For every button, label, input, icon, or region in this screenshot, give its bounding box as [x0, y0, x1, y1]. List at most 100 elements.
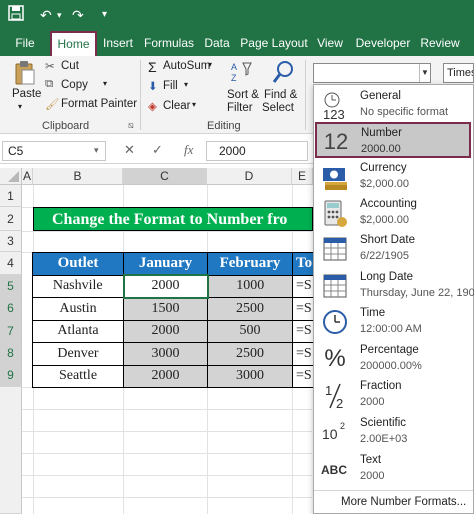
customize-qat-icon[interactable]: ▾: [102, 5, 107, 25]
copy-button[interactable]: Copy: [61, 79, 88, 91]
name-box-dropdown-icon[interactable]: ▾: [94, 145, 99, 156]
cell-february[interactable]: 1000: [207, 274, 293, 298]
cell-january[interactable]: 3000: [123, 342, 208, 366]
cell-january[interactable]: 2000: [123, 319, 208, 343]
number-format-combo[interactable]: [313, 63, 431, 83]
column-header-e[interactable]: E: [292, 168, 313, 185]
cell-total[interactable]: =S: [292, 342, 315, 366]
cell-february[interactable]: 2500: [207, 297, 293, 321]
enter-icon[interactable]: ✓: [152, 142, 163, 158]
find-select-label-2[interactable]: Select: [262, 102, 294, 114]
number-format-dropdown-icon[interactable]: ▼: [419, 64, 430, 82]
copy-dropdown-icon[interactable]: ▾: [103, 79, 107, 88]
cell-january[interactable]: 2000: [122, 274, 209, 299]
format-short-date[interactable]: Short Date 6/22/1905: [316, 231, 470, 267]
format-fraction[interactable]: 12 Fraction 2000: [316, 377, 470, 413]
tab-insert[interactable]: Insert: [101, 30, 135, 56]
sort-filter-icon[interactable]: AZ: [230, 60, 254, 89]
column-header-a[interactable]: A: [22, 168, 33, 185]
column-header-b[interactable]: B: [33, 168, 123, 185]
sheet-title-banner[interactable]: Change the Format to Number fro: [33, 207, 313, 231]
font-name-box[interactable]: Times: [443, 63, 474, 83]
row-header-8[interactable]: 8: [0, 342, 22, 364]
column-header-c[interactable]: C: [123, 168, 207, 185]
format-currency[interactable]: Currency $2,000.00: [316, 159, 470, 195]
tab-formulas[interactable]: Formulas: [142, 30, 196, 56]
fill-button[interactable]: Fill: [163, 80, 178, 92]
tab-review[interactable]: Review: [418, 30, 462, 56]
format-text[interactable]: ABC Text 2000: [316, 451, 470, 487]
row-header-1[interactable]: 1: [0, 185, 22, 207]
clipboard-launcher-icon[interactable]: ⧅: [128, 120, 134, 131]
row-header-3[interactable]: 3: [0, 231, 22, 252]
name-box[interactable]: C5: [2, 141, 106, 161]
cell-outlet[interactable]: Denver: [32, 342, 124, 366]
undo-dropdown-icon[interactable]: ▾: [57, 5, 62, 25]
paste-icon[interactable]: [14, 60, 36, 89]
cell-total[interactable]: =S: [292, 297, 315, 321]
cell-outlet[interactable]: Nashvile: [32, 274, 124, 298]
clear-button[interactable]: Clear: [163, 100, 190, 112]
row-header-4[interactable]: 4: [0, 252, 22, 275]
clear-icon[interactable]: ◈: [148, 99, 157, 113]
format-percentage[interactable]: % Percentage 200000.00%: [316, 341, 470, 377]
tab-home[interactable]: Home: [50, 31, 97, 56]
cell-outlet[interactable]: Austin: [32, 297, 124, 321]
header-february[interactable]: February: [207, 252, 293, 276]
cell-total[interactable]: =S: [292, 274, 315, 298]
cancel-icon[interactable]: ✕: [124, 142, 135, 158]
paste-button-label[interactable]: Paste: [12, 88, 41, 100]
cell-january[interactable]: 1500: [123, 297, 208, 321]
row-header-2[interactable]: 2: [0, 207, 22, 231]
insert-function-icon[interactable]: fx: [184, 142, 193, 158]
format-number[interactable]: 12 Number 2000.00: [315, 122, 471, 158]
cell-february[interactable]: 2500: [207, 342, 293, 366]
cell-total[interactable]: =S: [292, 319, 315, 343]
sort-filter-label-2[interactable]: Filter: [227, 102, 253, 114]
row-header-5[interactable]: 5: [0, 275, 22, 297]
paste-dropdown-icon[interactable]: ▾: [18, 102, 22, 111]
cut-button[interactable]: Cut: [61, 60, 79, 72]
cell-outlet[interactable]: Seattle: [32, 364, 124, 388]
cut-icon[interactable]: ✂: [45, 59, 55, 73]
tab-data[interactable]: Data: [202, 30, 232, 56]
cell-february[interactable]: 500: [207, 319, 293, 343]
cell-total[interactable]: =S: [292, 364, 315, 388]
format-long-date[interactable]: Long Date Thursday, June 22, 1905: [316, 268, 474, 304]
find-select-label-1[interactable]: Find &: [264, 89, 297, 101]
select-all-corner[interactable]: [0, 168, 22, 185]
autosum-button[interactable]: AutoSum: [163, 60, 210, 72]
row-header-9[interactable]: 9: [0, 364, 22, 387]
fill-dropdown-icon[interactable]: ▾: [184, 80, 188, 89]
format-general[interactable]: 123 General No specific format: [316, 87, 470, 123]
tab-view[interactable]: View: [314, 30, 346, 56]
format-painter-icon[interactable]: 🖌: [45, 97, 60, 111]
row-header-6[interactable]: 6: [0, 297, 22, 320]
more-number-formats-link[interactable]: More Number Formats...: [314, 490, 473, 512]
tab-page-layout[interactable]: Page Layout: [240, 30, 308, 56]
cell-january[interactable]: 2000: [123, 364, 208, 388]
sort-filter-label-1[interactable]: Sort &: [227, 89, 259, 101]
format-accounting[interactable]: Accounting $2,000.00: [316, 195, 470, 231]
find-select-icon[interactable]: [272, 60, 296, 89]
clear-dropdown-icon[interactable]: ▾: [192, 100, 196, 109]
cell-outlet[interactable]: Atlanta: [32, 319, 124, 343]
copy-icon[interactable]: ⧉: [45, 78, 53, 91]
row-header-7[interactable]: 7: [0, 320, 22, 342]
tab-developer[interactable]: Developer: [354, 30, 412, 56]
header-outlet[interactable]: Outlet: [32, 252, 124, 276]
format-scientific[interactable]: 10 2 Scientific 2.00E+03: [316, 414, 470, 450]
header-january[interactable]: January: [123, 252, 208, 276]
format-time[interactable]: Time 12:00:00 AM: [316, 304, 470, 340]
formula-input[interactable]: 2000: [206, 141, 308, 161]
redo-icon[interactable]: ↷: [72, 5, 84, 25]
tab-file[interactable]: File: [10, 30, 40, 56]
column-header-d[interactable]: D: [207, 168, 292, 185]
undo-icon[interactable]: ↶: [40, 5, 52, 25]
autosave-save-icon[interactable]: [8, 5, 24, 26]
fill-icon[interactable]: ⬇: [148, 79, 158, 93]
cell-february[interactable]: 3000: [207, 364, 293, 388]
header-total[interactable]: To: [292, 252, 315, 276]
format-painter-button[interactable]: Format Painter: [61, 98, 137, 110]
autosum-icon[interactable]: Σ: [148, 59, 157, 75]
